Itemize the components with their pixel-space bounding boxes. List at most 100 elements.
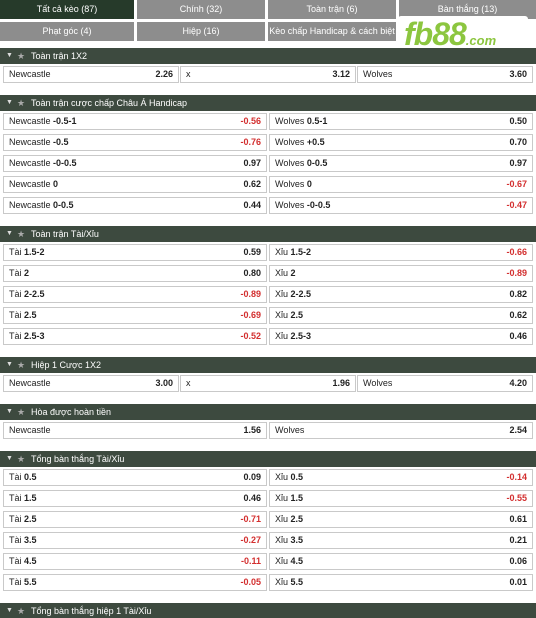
selection-name: Tài xyxy=(9,472,22,482)
chevron-down-icon[interactable]: ▼ xyxy=(6,95,13,111)
left-odds-cell[interactable]: Tài 5.5 -0.05 xyxy=(3,574,267,591)
left-odds-cell[interactable]: Tài 3.5 -0.27 xyxy=(3,532,267,549)
chevron-down-icon[interactable]: ▼ xyxy=(6,404,13,420)
left-odds-cell[interactable]: Tài 2.5 -0.69 xyxy=(3,307,267,324)
star-icon[interactable]: ★ xyxy=(17,48,25,64)
handicap-line: -0.5-1 xyxy=(53,116,77,126)
chevron-down-icon[interactable]: ▼ xyxy=(6,357,13,373)
right-odds-cell[interactable]: Wolves -0-0.5 -0.47 xyxy=(269,197,533,214)
right-odds-cell[interactable]: Wolves 0 -0.67 xyxy=(269,176,533,193)
odds-row: Tài 2.5 -0.71 Xỉu 2.5 0.61 xyxy=(0,509,536,530)
odds-value: 0.21 xyxy=(509,535,527,545)
left-odds-cell[interactable]: Newcastle -0.5-1 -0.56 xyxy=(3,113,267,130)
right-odds-cell[interactable]: Wolves +0.5 0.70 xyxy=(269,134,533,151)
odds-row: Tài 0.5 0.09 Xỉu 0.5 -0.14 xyxy=(0,467,536,488)
left-odds-cell[interactable]: Tài 4.5 -0.11 xyxy=(3,553,267,570)
away-odds-cell[interactable]: Wolves 3.60 xyxy=(357,66,533,83)
section-header[interactable]: ▼ ★ Toàn trận Tài/Xỉu xyxy=(0,226,536,242)
selection-name: Xỉu xyxy=(275,289,289,299)
section-header[interactable]: ▼ ★ Toàn trận cược chấp Châu Á Handicap xyxy=(0,95,536,111)
left-odds-cell[interactable]: Tài 2.5 -0.71 xyxy=(3,511,267,528)
star-icon[interactable]: ★ xyxy=(17,357,25,373)
star-icon[interactable]: ★ xyxy=(17,95,25,111)
left-odds-cell[interactable]: Tài 0.5 0.09 xyxy=(3,469,267,486)
left-odds-cell[interactable]: Newcastle -0.5 -0.76 xyxy=(3,134,267,151)
draw-odds-cell[interactable]: x 1.96 xyxy=(180,375,356,392)
right-odds-cell[interactable]: Xỉu 2.5-3 0.46 xyxy=(269,328,533,345)
fb88-logo: fb88.com xyxy=(398,16,528,51)
right-odds-cell[interactable]: Xỉu 1.5-2 -0.66 xyxy=(269,244,533,261)
right-odds-cell[interactable]: Xỉu 4.5 0.06 xyxy=(269,553,533,570)
section-header[interactable]: ▼ ★ Tổng bàn thắng Tài/Xỉu xyxy=(0,451,536,467)
handicap-line: 0.5 xyxy=(290,472,304,482)
section-title: Toàn trận cược chấp Châu Á Handicap xyxy=(31,98,188,108)
selection-name: Xỉu xyxy=(275,268,289,278)
handicap-line: 3.5 xyxy=(24,535,37,545)
odds-value: -0.05 xyxy=(240,577,261,587)
selection-name: Wolves xyxy=(363,69,393,79)
section-header[interactable]: ▼ ★ Tổng bàn thắng hiệp 1 Tài/Xỉu xyxy=(0,603,536,618)
left-odds-cell[interactable]: Newcastle 1.56 xyxy=(3,422,267,439)
right-odds-cell[interactable]: Xỉu 5.5 0.01 xyxy=(269,574,533,591)
star-icon[interactable]: ★ xyxy=(17,451,25,467)
selection-name: Xỉu xyxy=(275,577,289,587)
right-odds-cell[interactable]: Xỉu 2-2.5 0.82 xyxy=(269,286,533,303)
home-odds-cell[interactable]: Newcastle 2.26 xyxy=(3,66,179,83)
section-title: Tổng bàn thắng Tài/Xỉu xyxy=(31,454,125,464)
right-odds-cell[interactable]: Xỉu 2.5 0.61 xyxy=(269,511,533,528)
tab-fulltime[interactable]: Toàn trận (6) xyxy=(268,0,396,19)
selection-label: Wolves xyxy=(363,376,392,391)
selection-label: Newcastle xyxy=(9,376,51,391)
left-odds-cell[interactable]: Newcastle 0-0.5 0.44 xyxy=(3,197,267,214)
right-odds-cell[interactable]: Xỉu 2 -0.89 xyxy=(269,265,533,282)
section-title: Tổng bàn thắng hiệp 1 Tài/Xỉu xyxy=(31,606,152,616)
left-odds-cell[interactable]: Tài 2.5-3 -0.52 xyxy=(3,328,267,345)
selection-label: Xỉu 1.5 xyxy=(275,491,303,506)
tab-main[interactable]: Chính (32) xyxy=(137,0,265,19)
tab-all[interactable]: Tất cả kèo (87) xyxy=(0,0,134,19)
right-odds-cell[interactable]: Wolves 0-0.5 0.97 xyxy=(269,155,533,172)
right-odds-cell[interactable]: Xỉu 0.5 -0.14 xyxy=(269,469,533,486)
handicap-line: 0 xyxy=(306,179,312,189)
selection-name: x xyxy=(186,378,191,388)
star-icon[interactable]: ★ xyxy=(17,226,25,242)
left-odds-cell[interactable]: Tài 2 0.80 xyxy=(3,265,267,282)
right-odds-cell[interactable]: Xỉu 3.5 0.21 xyxy=(269,532,533,549)
left-odds-cell[interactable]: Tài 2-2.5 -0.89 xyxy=(3,286,267,303)
draw-odds-cell[interactable]: x 3.12 xyxy=(180,66,356,83)
handicap-line: 5.5 xyxy=(290,577,304,587)
selection-label: Wolves 0 xyxy=(275,177,312,192)
handicap-line: 2.5 xyxy=(24,310,37,320)
section-header[interactable]: ▼ ★ Hòa được hoàn tiền xyxy=(0,404,536,420)
right-odds-cell[interactable]: Wolves 2.54 xyxy=(269,422,533,439)
selection-name: Newcastle xyxy=(9,158,51,168)
tab-half[interactable]: Hiệp (16) xyxy=(137,22,265,41)
right-odds-cell[interactable]: Xỉu 1.5 -0.55 xyxy=(269,490,533,507)
section-over-under: ▼ ★ Toàn trận Tài/Xỉu Tài 1.5-2 0.59 Xỉu 1.5-… xyxy=(0,226,536,347)
section-draw-no-bet: ▼ ★ Hòa được hoàn tiền Newcastle 1.56 Wolves 2… xyxy=(0,404,536,441)
right-odds-cell[interactable]: Xỉu 2.5 0.62 xyxy=(269,307,533,324)
right-odds-cell[interactable]: Wolves 0.5-1 0.50 xyxy=(269,113,533,130)
selection-label: Wolves 0-0.5 xyxy=(275,156,327,171)
left-odds-cell[interactable]: Newcastle 0 0.62 xyxy=(3,176,267,193)
handicap-line: 2 xyxy=(290,268,296,278)
section-header[interactable]: ▼ ★ Hiệp 1 Cược 1X2 xyxy=(0,357,536,373)
selection-label: Xỉu 2 xyxy=(275,266,296,281)
selection-name: Wolves xyxy=(275,179,305,189)
handicap-line: 4.5 xyxy=(24,556,37,566)
away-odds-cell[interactable]: Wolves 4.20 xyxy=(357,375,533,392)
tab-handicap[interactable]: Kèo chấp Handicap & cách biệt (5) xyxy=(268,22,396,55)
section-header[interactable]: ▼ ★ Toàn trận 1X2 xyxy=(0,48,536,64)
home-odds-cell[interactable]: Newcastle 3.00 xyxy=(3,375,179,392)
chevron-down-icon[interactable]: ▼ xyxy=(6,603,13,618)
star-icon[interactable]: ★ xyxy=(17,603,25,618)
star-icon[interactable]: ★ xyxy=(17,404,25,420)
chevron-down-icon[interactable]: ▼ xyxy=(6,226,13,242)
tab-corners[interactable]: Phạt góc (4) xyxy=(0,22,134,41)
chevron-down-icon[interactable]: ▼ xyxy=(6,48,13,64)
chevron-down-icon[interactable]: ▼ xyxy=(6,451,13,467)
left-odds-cell[interactable]: Tài 1.5-2 0.59 xyxy=(3,244,267,261)
left-odds-cell[interactable]: Tài 1.5 0.46 xyxy=(3,490,267,507)
selection-label: Newcastle -0.5-1 xyxy=(9,114,77,129)
left-odds-cell[interactable]: Newcastle -0-0.5 0.97 xyxy=(3,155,267,172)
